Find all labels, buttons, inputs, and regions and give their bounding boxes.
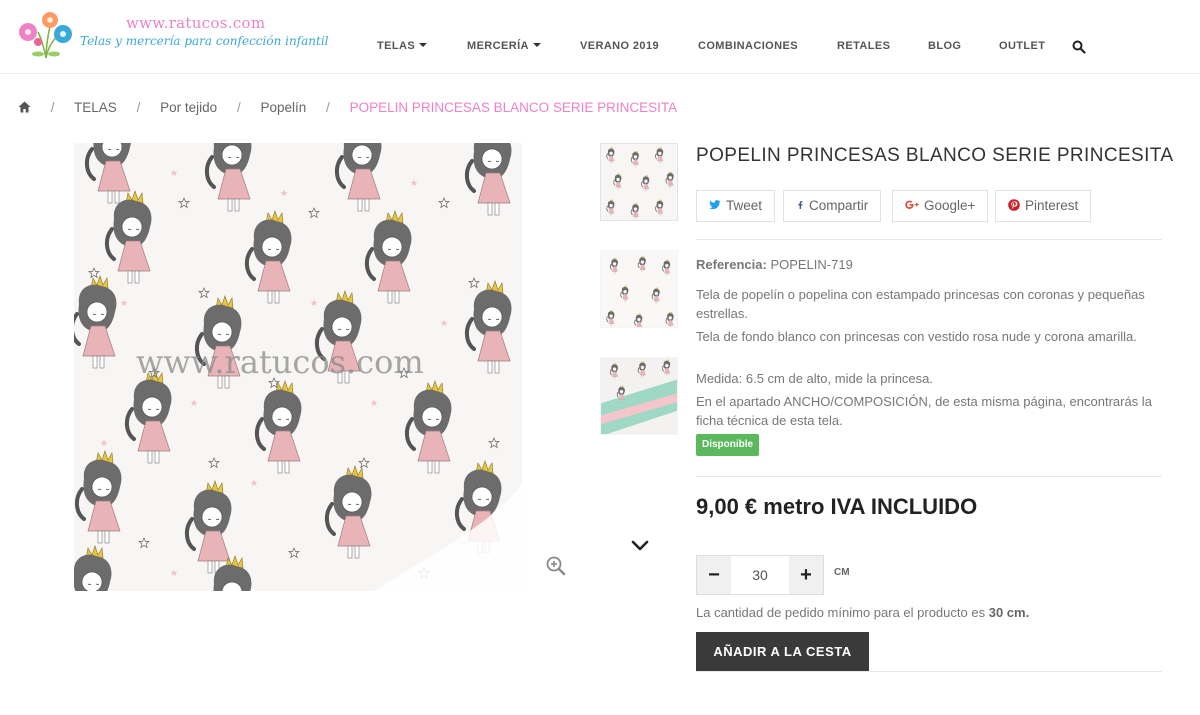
- minimum-order-value: 30 cm.: [988, 605, 1030, 620]
- pinterest-share-button[interactable]: Pinterest: [995, 190, 1092, 222]
- google-plus-share-button[interactable]: Google+: [892, 190, 989, 222]
- minimum-order-note: La cantidad de pedido mínimo para el pro…: [696, 605, 1029, 620]
- breadcrumb-separator: /: [136, 100, 141, 115]
- quantity-decrease-button[interactable]: −: [697, 556, 731, 594]
- logo-tagline: Telas y mercería para confección infanti…: [80, 34, 329, 48]
- nav-label: TELAS: [377, 40, 416, 52]
- nav-item-telas[interactable]: TELAS: [377, 40, 428, 52]
- quantity-stepper: − +: [696, 555, 824, 595]
- tweet-button[interactable]: Tweet: [696, 190, 776, 222]
- caret-down-icon: [419, 43, 428, 47]
- breadcrumb-separator: /: [236, 100, 241, 115]
- google-plus-icon: [905, 200, 919, 209]
- caret-down-icon: [532, 43, 541, 47]
- site-logo[interactable]: www.ratucos.com Telas y mercería para co…: [16, 10, 329, 62]
- nav-item-combinaciones[interactable]: COMBINACIONES: [698, 40, 798, 52]
- logo-url-text: www.ratucos.com: [126, 14, 266, 32]
- nav-item-retales[interactable]: RETALES: [837, 40, 890, 52]
- reference-value: POPELIN-719: [770, 257, 853, 272]
- description-paragraph-3: Medida: 6.5 cm de alto, mide la princesa…: [696, 371, 934, 386]
- zoom-in-icon[interactable]: [546, 556, 566, 576]
- pinterest-icon: [1008, 199, 1020, 211]
- thumbnail-image: [601, 144, 677, 220]
- product-price: 9,00 € metro IVA INCLUIDO: [696, 494, 978, 519]
- product-thumbnail-3[interactable]: [600, 357, 678, 435]
- pinterest-label: Pinterest: [1025, 198, 1079, 213]
- nav-label: MERCERÍA: [467, 40, 529, 52]
- chevron-down-icon[interactable]: [630, 538, 650, 552]
- twitter-icon: [709, 200, 721, 210]
- nav-item-blog[interactable]: BLOG: [928, 40, 961, 52]
- add-to-cart-button[interactable]: AÑADIR A LA CESTA: [696, 632, 869, 671]
- breadcrumb-separator: /: [326, 100, 330, 115]
- tweet-label: Tweet: [726, 198, 763, 213]
- divider: [696, 476, 1162, 477]
- divider: [696, 671, 1162, 672]
- availability-badge: Disponible: [696, 434, 760, 456]
- description-paragraph-2: Tela de fondo blanco con princesas con v…: [696, 329, 1137, 344]
- facebook-share-label: Compartir: [809, 198, 869, 213]
- fabric-pattern-image: www.ratucos.com: [74, 143, 522, 591]
- search-icon[interactable]: [1072, 40, 1086, 54]
- google-plus-label: Google+: [924, 198, 976, 213]
- breadcrumb-current: POPELIN PRINCESAS BLANCO SERIE PRINCESIT…: [349, 100, 678, 115]
- product-thumbnail-2[interactable]: [600, 250, 678, 328]
- breadcrumb-item-popelin[interactable]: Popelín: [260, 100, 306, 115]
- description-paragraph-1: Tela de popelín o popelina con estampado…: [696, 287, 1145, 321]
- minimum-order-text: La cantidad de pedido mínimo para el pro…: [696, 605, 986, 620]
- breadcrumb-item-telas[interactable]: TELAS: [74, 100, 117, 115]
- facebook-share-button[interactable]: Compartir: [783, 190, 882, 222]
- watermark-text: www.ratucos.com: [136, 343, 424, 381]
- reference-label: Referencia:: [696, 257, 767, 272]
- breadcrumb-separator: /: [50, 100, 55, 115]
- quantity-input[interactable]: [731, 556, 789, 594]
- site-header: www.ratucos.com Telas y mercería para co…: [0, 0, 1200, 74]
- description-paragraph-4: En el apartado ANCHO/COMPOSICIÓN, de est…: [696, 394, 1152, 428]
- flowers-logo-icon: [19, 12, 72, 59]
- breadcrumb-item-por-tejido[interactable]: Por tejido: [160, 100, 217, 115]
- breadcrumb: / TELAS / Por tejido / Popelín / POPELIN…: [18, 100, 677, 115]
- product-thumbnail-1[interactable]: [600, 143, 678, 221]
- nav-item-merceria[interactable]: MERCERÍA: [467, 40, 541, 52]
- facebook-icon: [798, 201, 803, 209]
- thumbnail-image: [601, 358, 677, 434]
- quantity-unit: CM: [834, 567, 850, 578]
- quantity-increase-button[interactable]: +: [789, 556, 823, 594]
- product-reference: Referencia: POPELIN-719: [696, 257, 853, 272]
- home-icon[interactable]: [18, 101, 31, 113]
- divider: [696, 239, 1162, 240]
- thumbnail-image: [601, 251, 677, 327]
- product-main-image[interactable]: www.ratucos.com: [74, 143, 522, 591]
- nav-item-outlet[interactable]: OUTLET: [999, 40, 1045, 52]
- nav-item-verano-2019[interactable]: VERANO 2019: [580, 40, 659, 52]
- product-title: POPELIN PRINCESAS BLANCO SERIE PRINCESIT…: [696, 145, 1174, 166]
